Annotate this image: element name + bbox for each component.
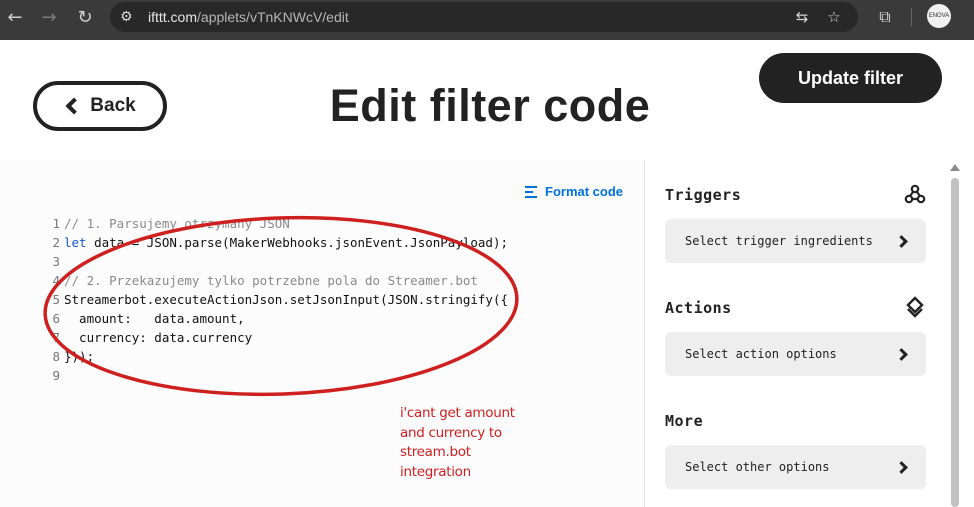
panel-divider [644, 160, 645, 507]
url-host: ifttt.com [148, 9, 198, 25]
triggers-heading: Triggers [665, 186, 742, 204]
url-text[interactable]: ifttt.com/applets/vTnKNWcV/edit [148, 9, 349, 25]
toolbar-divider [911, 8, 912, 26]
forward-arrow-icon[interactable]: → [36, 5, 62, 31]
site-info-icon[interactable]: ⚙ [120, 8, 138, 26]
url-path: /applets/vTnKNWcV/edit [197, 9, 349, 25]
triggers-section: Triggers Select trigger ingredients [665, 182, 927, 263]
back-button-label: Back [90, 95, 136, 116]
back-button[interactable]: Back [33, 81, 167, 131]
webhooks-icon [903, 183, 927, 207]
chevron-right-icon [895, 234, 908, 248]
format-lines-icon [525, 185, 537, 198]
actions-heading: Actions [665, 299, 732, 317]
browser-toolbar: ← → ↻ ⚙ ifttt.com/applets/vTnKNWcV/edit … [0, 0, 974, 40]
chevron-left-icon [65, 97, 83, 115]
select-other-options-button[interactable]: Select other options [665, 445, 926, 489]
page-title: Edit filter code [329, 80, 651, 131]
chevron-right-icon [895, 460, 908, 474]
translate-icon[interactable]: ⇆ [792, 7, 812, 27]
reload-icon[interactable]: ↻ [72, 5, 98, 31]
diamond-icon [903, 296, 927, 320]
back-arrow-icon[interactable]: ← [2, 5, 28, 31]
more-heading: More [665, 412, 704, 430]
bookmark-star-icon[interactable]: ☆ [824, 7, 844, 27]
update-filter-button[interactable]: Update filter [759, 53, 942, 103]
red-annotation-ellipse [43, 215, 519, 397]
profile-avatar[interactable]: ENOVA [927, 4, 951, 28]
format-code-button[interactable]: Format code [525, 184, 623, 199]
select-action-options-button[interactable]: Select action options [665, 332, 926, 376]
select-action-options-label: Select action options [685, 347, 837, 361]
annotation-note: i'cant get amount and currency to stream… [400, 405, 515, 480]
chevron-right-icon [895, 347, 908, 361]
scroll-up-arrow-icon[interactable] [950, 164, 960, 171]
format-code-label: Format code [545, 184, 624, 199]
address-bar[interactable]: ⚙ ifttt.com/applets/vTnKNWcV/edit ⇆ ☆ [110, 2, 858, 32]
select-other-options-label: Select other options [685, 460, 830, 474]
scrollbar-thumb[interactable] [951, 178, 959, 507]
select-trigger-ingredients-label: Select trigger ingredients [685, 234, 873, 248]
page-scrollbar[interactable] [948, 160, 962, 507]
select-trigger-ingredients-button[interactable]: Select trigger ingredients [665, 219, 926, 263]
more-section: More Select other options [665, 408, 927, 489]
extensions-icon[interactable]: ⧉ [874, 6, 896, 28]
actions-section: Actions Select action options [665, 295, 927, 376]
